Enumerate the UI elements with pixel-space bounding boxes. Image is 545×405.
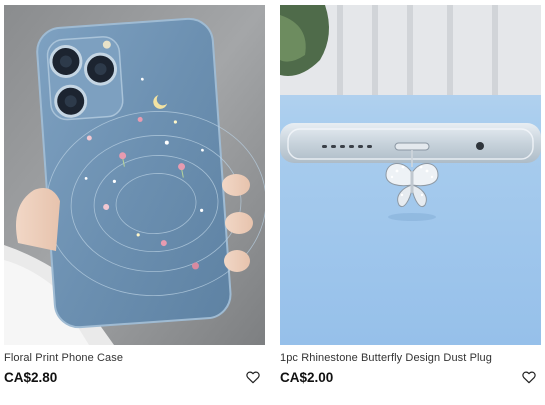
product-title[interactable]: Floral Print Phone Case bbox=[4, 352, 123, 364]
product-price: CA$2.00 bbox=[280, 370, 334, 385]
phone-case-photo bbox=[4, 5, 265, 345]
product-card[interactable]: Floral Print Phone Case CA$2.80 bbox=[4, 0, 265, 405]
wishlist-button[interactable] bbox=[245, 369, 261, 385]
product-price: CA$2.80 bbox=[4, 370, 58, 385]
product-title[interactable]: 1pc Rhinestone Butterfly Design Dust Plu… bbox=[280, 352, 492, 364]
product-grid: Floral Print Phone Case CA$2.80 1pc Rhin… bbox=[0, 0, 545, 405]
wishlist-button[interactable] bbox=[521, 369, 537, 385]
heart-outline-icon bbox=[246, 371, 260, 384]
heart-outline-icon bbox=[522, 371, 536, 384]
product-image[interactable] bbox=[4, 5, 265, 345]
dust-plug-photo bbox=[280, 5, 541, 345]
product-image[interactable] bbox=[280, 5, 541, 345]
product-card[interactable]: 1pc Rhinestone Butterfly Design Dust Plu… bbox=[280, 0, 541, 405]
